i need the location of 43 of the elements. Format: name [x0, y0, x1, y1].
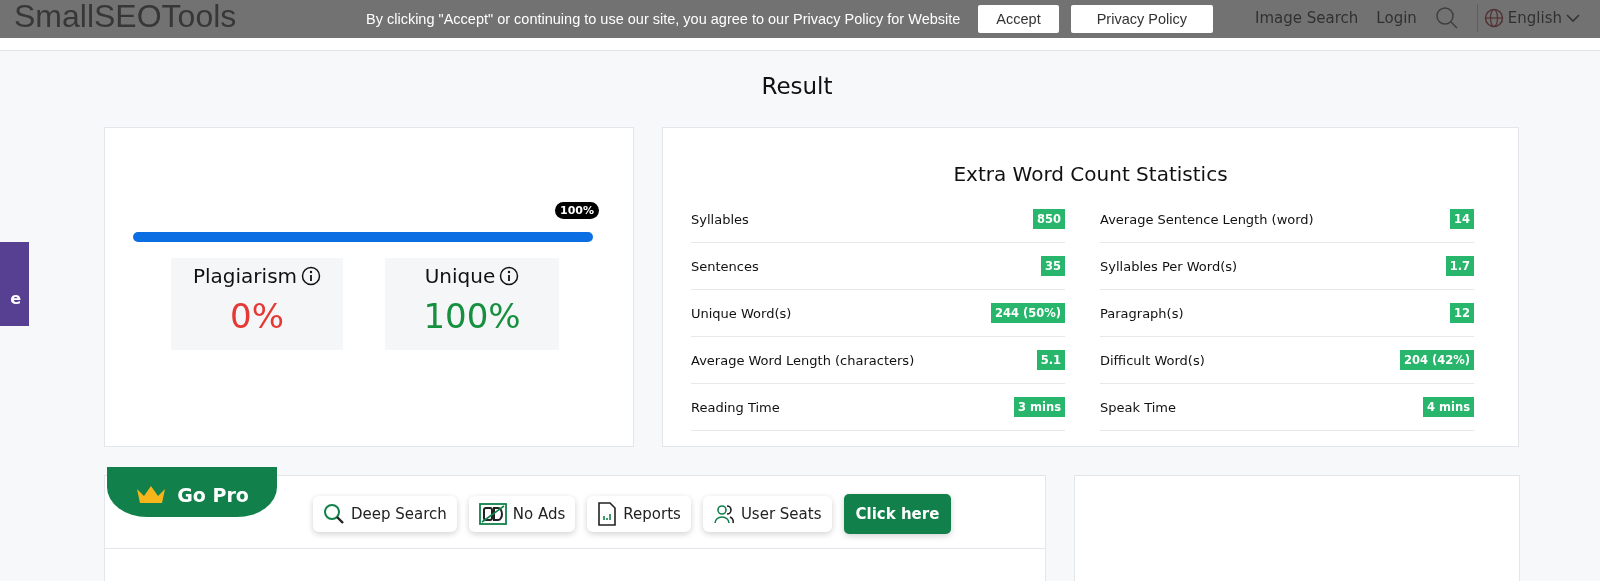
stat-label: Paragraph(s) [1100, 305, 1184, 321]
stat-value: 204 (42%) [1399, 350, 1474, 370]
stat-value: 5.1 [1036, 350, 1065, 370]
stat-label: Syllables [691, 211, 749, 227]
stat-label: Speak Time [1100, 399, 1176, 415]
no-ads-icon [478, 503, 507, 525]
stat-value: 12 [1450, 303, 1474, 323]
stat-label: Unique Word(s) [691, 305, 792, 321]
banner-button[interactable]: Accept [978, 5, 1059, 33]
statistics-title: Extra Word Count Statistics [952, 162, 1229, 186]
stat-label: Average Word Length (characters) [691, 352, 915, 368]
score-label: Plagiarism [192, 264, 298, 288]
stat-value: 1.7 [1445, 256, 1474, 276]
score-value: 0% [230, 296, 284, 336]
stat-label: Syllables Per Word(s) [1100, 258, 1238, 274]
go-pro-title: Go Pro [177, 484, 249, 506]
stat-value: 35 [1041, 256, 1065, 276]
click-here-button[interactable]: Click here [843, 494, 952, 534]
stat-value: 4 mins [1423, 397, 1474, 417]
score-value: 100% [423, 296, 521, 336]
stat-label: Difficult Word(s) [1100, 352, 1205, 368]
feature-button[interactable]: Deep Search [313, 496, 457, 532]
stat-label: Reading Time [691, 399, 780, 415]
stat-label: Average Sentence Length (word) [1100, 211, 1314, 227]
banner-button[interactable]: Privacy Policy [1070, 5, 1213, 33]
info-icon[interactable] [499, 266, 520, 286]
feature-button[interactable]: User Seats [702, 496, 832, 532]
document-icon [597, 502, 618, 526]
stat-value: 244 (50%) [990, 303, 1065, 323]
stat-value: 3 mins [1014, 397, 1065, 417]
search-icon [323, 503, 345, 525]
feature-button[interactable]: No Ads [468, 496, 576, 532]
score-label: Unique [424, 264, 496, 288]
stat-value: 14 [1450, 209, 1474, 229]
feature-button[interactable]: Reports [587, 496, 691, 532]
cookie-notice: By clicking "Accept" or continuing to use our site, you agree to our Privacy Policy for Website [366, 11, 961, 27]
stat-label: Sentences [691, 258, 759, 274]
stat-value: 850 [1033, 209, 1065, 229]
progress-tooltip: 100% [555, 202, 599, 219]
info-icon[interactable] [301, 266, 322, 286]
side-tab[interactable]: e [0, 242, 29, 326]
result-title: Result [760, 73, 834, 99]
users-icon [712, 503, 735, 525]
